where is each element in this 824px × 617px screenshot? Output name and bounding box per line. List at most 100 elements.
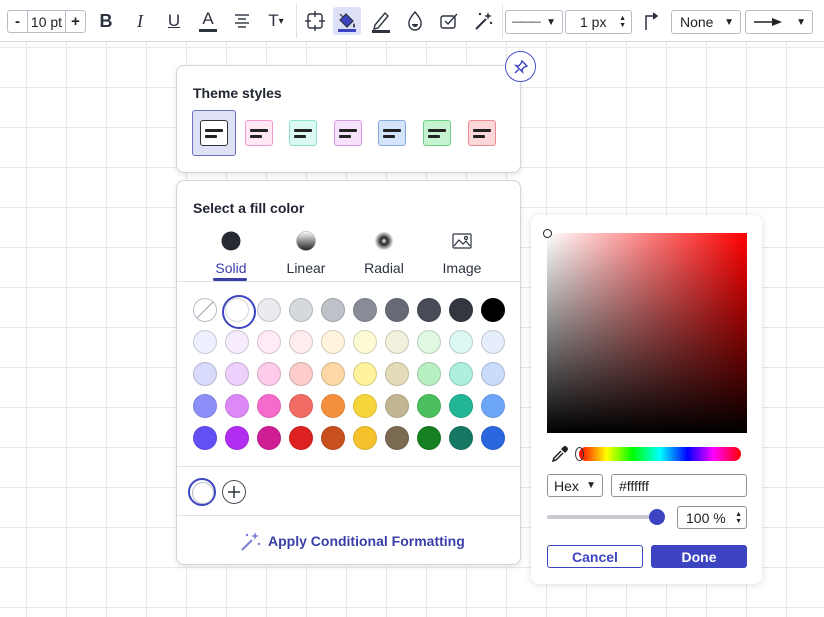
tab-radial[interactable]: Radial xyxy=(350,231,418,276)
color-swatch[interactable] xyxy=(289,298,313,322)
color-swatch[interactable] xyxy=(353,394,377,418)
endpoint-end-select[interactable]: ▼ xyxy=(745,10,813,34)
color-swatch[interactable] xyxy=(225,362,249,386)
theme-style-swatch[interactable] xyxy=(237,110,281,156)
color-swatch[interactable] xyxy=(481,330,505,354)
eyedropper-button[interactable] xyxy=(551,445,569,463)
current-color-swatch[interactable] xyxy=(188,478,216,506)
italic-button[interactable]: I xyxy=(126,7,154,35)
font-size-stepper[interactable]: - 10 pt + xyxy=(7,10,86,33)
underline-button[interactable]: U xyxy=(160,7,188,35)
color-swatch[interactable] xyxy=(193,394,217,418)
color-swatch[interactable] xyxy=(257,362,281,386)
saturation-handle[interactable] xyxy=(543,229,552,238)
color-swatch[interactable] xyxy=(257,330,281,354)
color-swatch[interactable] xyxy=(385,330,409,354)
theme-style-swatch[interactable] xyxy=(415,110,459,156)
opacity-stepper[interactable]: 100 % ▲ ▼ xyxy=(677,506,747,529)
color-swatch[interactable] xyxy=(481,362,505,386)
color-swatch[interactable] xyxy=(257,298,281,322)
color-swatch[interactable] xyxy=(353,426,377,450)
done-button[interactable]: Done xyxy=(651,545,747,568)
add-color-button[interactable] xyxy=(222,480,246,504)
color-swatch[interactable] xyxy=(222,295,256,329)
color-swatch[interactable] xyxy=(321,298,345,322)
pin-button[interactable] xyxy=(505,51,536,82)
color-swatch[interactable] xyxy=(385,362,409,386)
theme-style-swatch[interactable] xyxy=(192,110,236,156)
saturation-value-area[interactable] xyxy=(543,229,747,433)
hex-color-input[interactable] xyxy=(611,474,747,497)
color-swatch[interactable] xyxy=(385,394,409,418)
tab-image[interactable]: Image xyxy=(428,231,496,276)
bold-button[interactable]: B xyxy=(92,7,120,35)
color-swatch[interactable] xyxy=(193,330,217,354)
style-panel-button[interactable] xyxy=(435,7,463,35)
hue-slider[interactable] xyxy=(575,447,741,461)
crosshair-frame-icon xyxy=(305,11,325,31)
no-fill-swatch[interactable] xyxy=(193,298,217,322)
color-swatch[interactable] xyxy=(321,426,345,450)
text-align-button[interactable] xyxy=(228,7,256,35)
theme-style-swatch[interactable] xyxy=(281,110,325,156)
opacity-button[interactable] xyxy=(401,7,429,35)
color-swatch[interactable] xyxy=(481,394,505,418)
color-swatch[interactable] xyxy=(193,362,217,386)
theme-style-swatch[interactable] xyxy=(326,110,370,156)
color-swatch[interactable] xyxy=(257,394,281,418)
endpoint-start-select[interactable]: None ▼ xyxy=(671,10,741,34)
theme-style-swatch[interactable] xyxy=(460,110,504,156)
color-swatch[interactable] xyxy=(289,394,313,418)
color-swatch[interactable] xyxy=(225,394,249,418)
color-swatch[interactable] xyxy=(353,362,377,386)
font-size-increase-button[interactable]: + xyxy=(66,11,85,32)
color-swatch[interactable] xyxy=(385,426,409,450)
color-swatch[interactable] xyxy=(289,330,313,354)
hue-slider-handle[interactable] xyxy=(575,447,584,461)
color-swatch[interactable] xyxy=(449,426,473,450)
font-size-value[interactable]: 10 pt xyxy=(27,11,66,32)
color-swatch[interactable] xyxy=(481,426,505,450)
color-swatch[interactable] xyxy=(321,394,345,418)
color-swatch[interactable] xyxy=(353,330,377,354)
line-color-button[interactable] xyxy=(367,7,395,35)
text-options-button[interactable]: T ▾ xyxy=(262,7,290,35)
toolbar: - 10 pt + B I U A T ▾ ——— ▼ 1 px ▲ ▼ Non… xyxy=(0,0,824,42)
color-swatch[interactable] xyxy=(449,362,473,386)
color-swatch[interactable] xyxy=(289,362,313,386)
font-color-button[interactable]: A xyxy=(194,7,222,35)
color-swatch[interactable] xyxy=(193,426,217,450)
font-size-decrease-button[interactable]: - xyxy=(8,11,27,32)
color-swatch[interactable] xyxy=(417,330,441,354)
color-swatch[interactable] xyxy=(225,426,249,450)
color-swatch[interactable] xyxy=(385,298,409,322)
tab-solid[interactable]: Solid xyxy=(197,231,265,276)
color-swatch[interactable] xyxy=(417,394,441,418)
color-swatch[interactable] xyxy=(449,330,473,354)
cancel-button[interactable]: Cancel xyxy=(547,545,643,568)
shape-options-button[interactable] xyxy=(301,7,329,35)
color-swatch[interactable] xyxy=(225,330,249,354)
color-swatch[interactable] xyxy=(289,426,313,450)
color-swatch[interactable] xyxy=(481,298,505,322)
apply-conditional-formatting-button[interactable]: Apply Conditional Formatting xyxy=(239,530,465,552)
opacity-slider[interactable] xyxy=(547,515,657,519)
fill-color-button[interactable] xyxy=(333,7,361,35)
opacity-slider-handle[interactable] xyxy=(649,509,665,525)
color-swatch[interactable] xyxy=(353,298,377,322)
color-swatch[interactable] xyxy=(417,426,441,450)
color-swatch[interactable] xyxy=(257,426,281,450)
theme-style-swatch[interactable] xyxy=(370,110,414,156)
color-format-select[interactable]: Hex ▼ xyxy=(547,474,603,497)
magic-format-button[interactable] xyxy=(469,7,497,35)
color-swatch[interactable] xyxy=(417,362,441,386)
color-swatch[interactable] xyxy=(449,298,473,322)
color-swatch[interactable] xyxy=(321,362,345,386)
line-width-stepper[interactable]: 1 px ▲ ▼ xyxy=(565,10,632,34)
color-swatch[interactable] xyxy=(417,298,441,322)
color-swatch[interactable] xyxy=(449,394,473,418)
color-swatch[interactable] xyxy=(321,330,345,354)
tab-linear[interactable]: Linear xyxy=(272,231,340,276)
connector-style-button[interactable] xyxy=(638,7,666,35)
line-style-select[interactable]: ——— ▼ xyxy=(505,10,563,34)
